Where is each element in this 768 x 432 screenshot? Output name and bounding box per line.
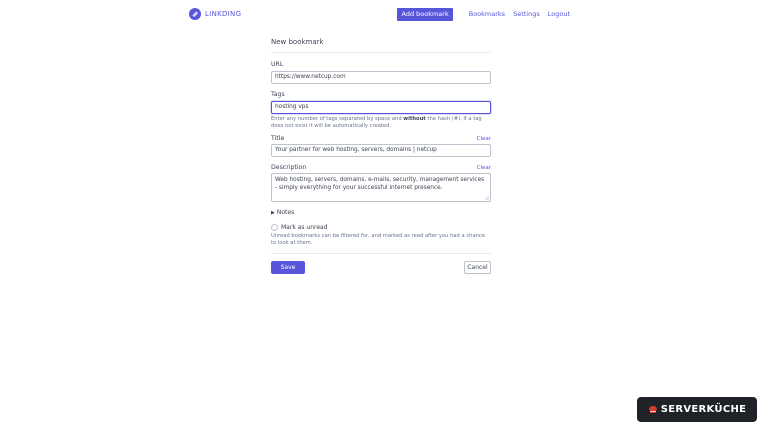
description-textarea[interactable]: Web hosting, servers, domains, e-mails, … <box>271 173 491 202</box>
brand-name: LINKDING <box>205 10 242 18</box>
url-input[interactable]: https://www.netcup.com <box>271 71 491 84</box>
linkding-logo-icon <box>189 8 201 20</box>
form-buttons: Save Cancel <box>271 261 491 274</box>
description-text: Web hosting, servers, domains, e-mails, … <box>275 177 485 191</box>
notes-label: Notes <box>276 209 295 216</box>
resize-handle-icon[interactable] <box>485 196 489 200</box>
title-divider <box>271 52 491 53</box>
unread-checkbox[interactable] <box>271 224 278 231</box>
title-label: Title <box>271 135 285 142</box>
brand[interactable]: LINKDING <box>189 8 241 20</box>
nav-bookmarks-link[interactable]: Bookmarks <box>469 8 505 21</box>
title-input[interactable]: Your partner for web hosting, servers, d… <box>271 144 491 157</box>
chef-hat-icon <box>648 406 657 413</box>
unread-help-text: Unread bookmarks can be filtered for, an… <box>271 233 485 246</box>
disclosure-triangle-icon: ▶ <box>271 209 275 216</box>
badge-text: SERVERKÜCHE <box>660 404 747 415</box>
new-bookmark-form: New bookmark URL https://www.netcup.com … <box>271 38 491 274</box>
unread-row: Mark as unread <box>271 224 491 231</box>
notes-toggle[interactable]: ▶ Notes <box>271 209 491 216</box>
tags-label: Tags <box>271 91 285 98</box>
add-bookmark-button[interactable]: Add bookmark <box>397 8 453 21</box>
app-header: LINKDING Add bookmark Bookmarks Settings… <box>0 0 768 30</box>
footer-divider <box>271 253 491 254</box>
title-clear-link[interactable]: Clear <box>477 136 491 142</box>
nav-logout-link[interactable]: Logout <box>548 8 570 21</box>
top-nav: Add bookmark Bookmarks Settings Logout <box>397 8 570 21</box>
title-label-row: Title Clear <box>271 135 491 143</box>
description-label-row: Description Clear <box>271 164 491 172</box>
cancel-button[interactable]: Cancel <box>464 261 491 274</box>
save-button[interactable]: Save <box>271 261 305 274</box>
nav-settings-link[interactable]: Settings <box>513 8 540 21</box>
unread-label[interactable]: Mark as unread <box>281 224 328 231</box>
url-label: URL <box>271 61 284 68</box>
tags-input[interactable]: hosting vps <box>271 101 491 114</box>
description-clear-link[interactable]: Clear <box>477 165 491 171</box>
serverkueche-badge: SERVERKÜCHE <box>637 397 757 422</box>
page-title: New bookmark <box>271 38 324 46</box>
description-label: Description <box>271 164 307 171</box>
tags-help-text: Enter any number of tags separated by sp… <box>271 116 482 129</box>
